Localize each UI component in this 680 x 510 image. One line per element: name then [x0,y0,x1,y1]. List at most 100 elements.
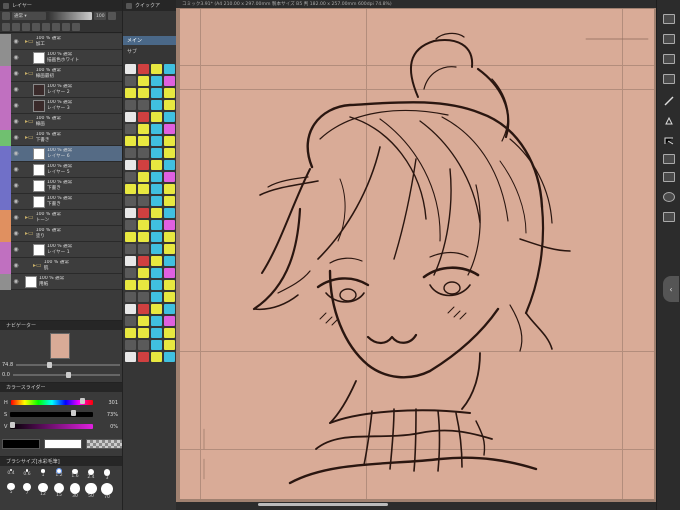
sub-tool-set[interactable]: サブ [123,48,177,57]
paper[interactable] [180,9,654,499]
layer-row[interactable]: ◉ ▸▭ 100 % 通常 線画最初 [0,65,122,82]
quick-access-close-icon[interactable] [126,2,132,9]
tool-icon[interactable] [164,100,175,110]
color-wheel-icon[interactable] [663,192,675,202]
main-tool-set[interactable]: メイン [123,36,177,45]
saturation-knob[interactable] [70,410,76,416]
tool-icon[interactable] [164,88,175,98]
tool-icon[interactable] [125,64,136,74]
brush-size-option[interactable]: 1.2 [51,467,67,481]
layer-row[interactable]: ◉ ▸▭ 100 % 通常 塗り [0,225,122,242]
tool-icon[interactable] [138,64,149,74]
tool-icon[interactable] [125,352,136,362]
tool-icon[interactable] [138,172,149,182]
tool-icon[interactable] [138,304,149,314]
tool-icon[interactable] [151,232,162,242]
transparent-swatch[interactable] [86,439,124,449]
tool-icon[interactable] [138,136,149,146]
tool-icon[interactable] [125,244,136,254]
tool-icon[interactable] [164,292,175,302]
tool-icon[interactable] [138,112,149,122]
layer-row[interactable]: ◉ 100 % 通常 レイヤー 3 [0,97,122,114]
brush-size-option[interactable]: 30 [67,482,83,500]
tool-icon[interactable] [151,256,162,266]
tool-icon[interactable] [151,76,162,86]
layer-color-icon[interactable] [62,22,70,31]
layer-row[interactable]: ◉ ▸▭ 100 % 通常 線画 [0,113,122,130]
delete-layer-icon[interactable] [52,22,60,31]
tool-icon[interactable] [164,76,175,86]
layer-row[interactable]: ◉ 100 % 通常 レイヤー 6 [0,145,122,162]
brush-size-option[interactable]: 1 [35,469,51,481]
sub-color-swatch[interactable] [44,439,82,449]
value-slider[interactable] [10,422,93,429]
layer-menu-icon[interactable] [72,22,80,31]
tool-icon[interactable] [151,184,162,194]
layer-row[interactable]: ◉ ▸▭ 100 % 通常 下書き [0,129,122,146]
tool-icon[interactable] [138,76,149,86]
navigator-tab[interactable]: ナビゲーター [0,321,122,330]
tool-icon[interactable] [138,208,149,218]
brush-icon[interactable] [663,96,675,106]
tool-icon[interactable] [138,352,149,362]
layer-row[interactable]: ◉ ▸▭ 100 % 通常 トーン [0,209,122,226]
new-folder-icon[interactable] [2,22,10,31]
layer-row[interactable]: ◉ 100 % 通常 下書き [0,177,122,194]
tool-icon[interactable] [151,88,162,98]
tool-icon[interactable] [125,172,136,182]
save-icon[interactable] [663,34,675,44]
tool-icon[interactable] [151,220,162,230]
tool-icon[interactable] [138,316,149,326]
eye-icon[interactable]: ◉ [11,210,21,226]
tool-icon[interactable] [164,352,175,362]
rotation-knob[interactable] [66,372,72,378]
tool-icon[interactable] [164,220,175,230]
eye-icon[interactable]: ◉ [11,130,21,146]
tool-icon[interactable] [138,148,149,158]
tool-icon[interactable] [164,280,175,290]
tool-icon[interactable] [125,160,136,170]
zoom-knob[interactable] [47,362,53,368]
tool-icon[interactable] [164,256,175,266]
brush-size-option[interactable]: 2.4 [83,469,99,481]
tool-icon[interactable] [164,148,175,158]
folder-icon[interactable]: ▸▭ [25,118,34,125]
tool-icon[interactable] [125,268,136,278]
tool-icon[interactable] [125,232,136,242]
new-layer-icon[interactable] [108,12,116,21]
tool-icon[interactable] [138,100,149,110]
tool-icon[interactable] [125,280,136,290]
hue-knob[interactable] [79,398,85,404]
eye-icon[interactable]: ◉ [11,50,21,66]
tool-icon[interactable] [151,280,162,290]
tool-icon[interactable] [125,220,136,230]
reference-icon[interactable] [32,22,40,31]
tool-icon[interactable] [125,112,136,122]
tool-icon[interactable] [138,196,149,206]
quick-access-tab[interactable]: クイックア [123,0,176,11]
layer-settings-icon[interactable] [2,12,10,21]
brush-size-option[interactable]: 0.6 [19,469,35,481]
tool-icon[interactable] [151,64,162,74]
layer-row[interactable]: ◉ ▸▭ 100 % 通常肌 [0,257,122,274]
tool-icon[interactable] [151,160,162,170]
tool-icon[interactable] [164,64,175,74]
canvas-area[interactable] [176,8,656,502]
saturation-slider[interactable] [10,410,93,417]
layer-row[interactable]: ◉ 100 % 通常 下書き [0,193,122,210]
brush-size-option[interactable]: 0.4 [3,469,19,481]
tool-icon[interactable] [138,268,149,278]
clip-icon[interactable] [22,22,30,31]
rotation-slider[interactable] [12,372,120,378]
tool-icon[interactable] [125,184,136,194]
folder-icon[interactable]: ▸▭ [25,134,34,141]
tool-icon[interactable] [125,316,136,326]
tool-icon[interactable] [138,244,149,254]
tool-icon[interactable] [138,328,149,338]
layout-icon[interactable] [663,74,675,84]
tool-icon[interactable] [164,244,175,254]
tool-icon[interactable] [138,88,149,98]
eye-icon[interactable]: ◉ [11,226,21,242]
tool-icon[interactable] [125,148,136,158]
value-knob[interactable] [10,422,16,428]
